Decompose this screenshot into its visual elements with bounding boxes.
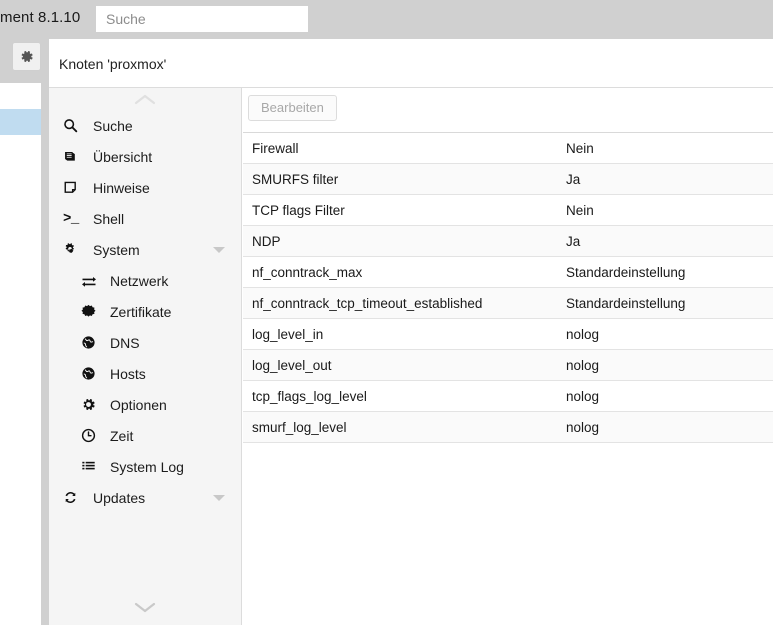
table-row[interactable]: Firewall Nein [243, 133, 773, 164]
option-name: NDP [252, 233, 281, 249]
search-icon [63, 118, 83, 133]
option-value: nolog [566, 326, 600, 342]
note-icon [63, 180, 83, 195]
option-value: Nein [566, 140, 594, 156]
refresh-icon [63, 490, 83, 505]
sidebar-item-shell[interactable]: >_ Shell [49, 203, 241, 234]
table-row[interactable]: log_level_out nolog [243, 350, 773, 381]
sidebar-item-label: Suche [93, 117, 133, 134]
gear-icon [81, 397, 101, 412]
sidebar-item-netzwerk[interactable]: Netzwerk [49, 265, 241, 296]
sidebar-item-hinweise[interactable]: Hinweise [49, 172, 241, 203]
option-value: Nein [566, 202, 594, 218]
sidebar-item-suche[interactable]: Suche [49, 110, 241, 141]
option-name: tcp_flags_log_level [252, 388, 367, 404]
table-row[interactable]: nf_conntrack_tcp_timeout_established Sta… [243, 288, 773, 319]
option-value: Ja [566, 171, 581, 187]
node-navigation-sidebar: Suche Übersicht Hinweise >_ Shell System… [49, 88, 242, 625]
table-row[interactable]: NDP Ja [243, 226, 773, 257]
tree-item-selected[interactable] [0, 109, 41, 135]
chevron-down-icon [134, 602, 156, 613]
cogs-icon [63, 242, 83, 257]
options-table: Firewall Nein SMURFS filter Ja TCP flags… [243, 133, 773, 443]
product-version-label: ment 8.1.10 [0, 9, 81, 26]
table-row[interactable]: TCP flags Filter Nein [243, 195, 773, 226]
globe-icon [81, 335, 101, 350]
sidebar-item-label: System [93, 241, 140, 258]
sidebar-item-label: Optionen [110, 396, 167, 413]
table-row[interactable]: log_level_in nolog [243, 319, 773, 350]
option-name: TCP flags Filter [252, 202, 345, 218]
gear-icon [19, 49, 34, 64]
certificate-icon [81, 304, 101, 319]
sidebar-item-label: Zertifikate [110, 303, 172, 320]
panel-toolbar: Bearbeiten [243, 88, 773, 133]
option-name: SMURFS filter [252, 171, 339, 187]
option-value: Standardeinstellung [566, 264, 686, 280]
sidebar-item-label: System Log [110, 458, 184, 475]
option-name: log_level_out [252, 357, 332, 373]
option-name: nf_conntrack_max [252, 264, 363, 280]
table-row[interactable]: tcp_flags_log_level nolog [243, 381, 773, 412]
sidebar-item-hosts[interactable]: Hosts [49, 358, 241, 389]
table-row[interactable]: nf_conntrack_max Standardeinstellung [243, 257, 773, 288]
tree-item[interactable] [0, 83, 41, 109]
tree-item[interactable] [0, 135, 41, 161]
book-icon [63, 149, 83, 164]
sidebar-item-updates[interactable]: Updates [49, 482, 241, 513]
option-value: Ja [566, 233, 581, 249]
sidebar-item-zertifikate[interactable]: Zertifikate [49, 296, 241, 327]
firewall-options-panel: Bearbeiten Firewall Nein SMURFS filter J… [243, 88, 773, 625]
sidebar-item-uebersicht[interactable]: Übersicht [49, 141, 241, 172]
list-icon [81, 459, 101, 474]
sidebar-item-optionen[interactable]: Optionen [49, 389, 241, 420]
sidebar-item-label: Zeit [110, 427, 134, 444]
option-value: Standardeinstellung [566, 295, 686, 311]
chevron-down-icon[interactable] [213, 246, 225, 253]
resource-tree-panel [0, 83, 41, 625]
chevron-down-icon[interactable] [213, 494, 225, 501]
sidebar-item-label: Shell [93, 210, 125, 227]
top-header-bar: ment 8.1.10 [0, 0, 773, 39]
option-value: nolog [566, 388, 600, 404]
page-title: Knoten 'proxmox' [59, 56, 167, 72]
sidebar-item-label: Hinweise [93, 179, 150, 196]
sidebar-item-label: Netzwerk [110, 272, 169, 289]
exchange-icon [81, 274, 101, 288]
tree-panel-divider [41, 83, 49, 625]
sidebar-item-label: DNS [110, 334, 140, 351]
option-name: nf_conntrack_tcp_timeout_established [252, 295, 483, 311]
option-value: nolog [566, 419, 600, 435]
globe-icon [81, 366, 101, 381]
chevron-up-icon [134, 94, 156, 105]
option-name: log_level_in [252, 326, 324, 342]
content-header: Knoten 'proxmox' [49, 39, 773, 88]
table-row[interactable]: smurf_log_level nolog [243, 412, 773, 443]
clock-icon [81, 428, 101, 443]
sidebar-item-label: Hosts [110, 365, 146, 382]
sidebar-item-system-log[interactable]: System Log [49, 451, 241, 482]
edit-button[interactable]: Bearbeiten [248, 95, 337, 121]
sidebar-nav-list: Suche Übersicht Hinweise >_ Shell System… [49, 110, 241, 513]
sidebar-item-system[interactable]: System [49, 234, 241, 265]
table-row[interactable]: SMURFS filter Ja [243, 164, 773, 195]
option-name: Firewall [252, 140, 299, 156]
sidebar-item-dns[interactable]: DNS [49, 327, 241, 358]
gear-icon-button[interactable] [12, 42, 41, 71]
terminal-icon: >_ [63, 210, 79, 227]
sidebar-item-label: Übersicht [93, 148, 153, 165]
option-value: nolog [566, 357, 600, 373]
sidebar-item-label: Updates [93, 489, 146, 506]
sidebar-item-zeit[interactable]: Zeit [49, 420, 241, 451]
sidebar-scroll-down-button[interactable] [49, 598, 241, 616]
option-name: smurf_log_level [252, 419, 347, 435]
search-input[interactable] [96, 6, 308, 32]
proxmox-app-window: ment 8.1.10 Knoten 'proxmox' [0, 0, 773, 625]
sidebar-scroll-up-button[interactable] [49, 90, 241, 108]
